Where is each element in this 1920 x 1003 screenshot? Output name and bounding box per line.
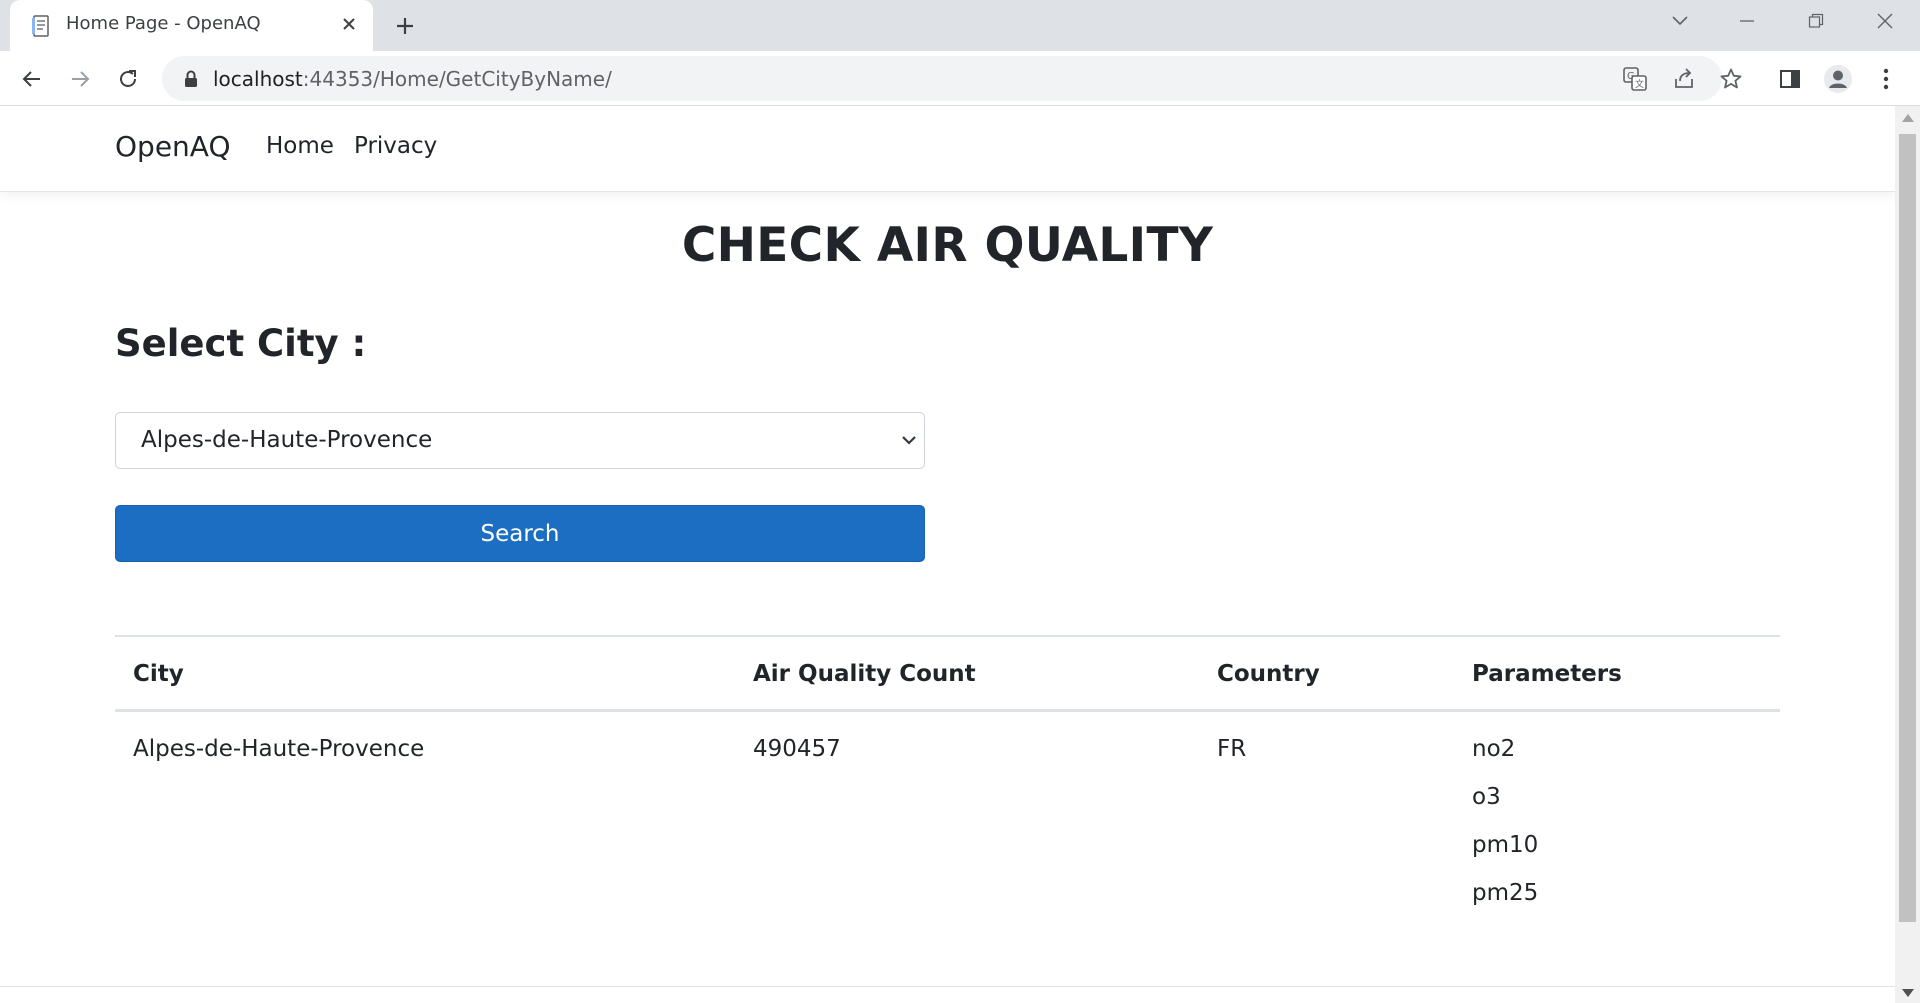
restore-icon[interactable] [1796, 6, 1836, 36]
tab-close-icon[interactable] [336, 11, 362, 37]
tab-search-chevron-icon[interactable] [1660, 6, 1700, 36]
chevron-down-icon [899, 430, 919, 450]
url-text[interactable]: localhost:44353/Home/GetCityByName/ [213, 67, 612, 91]
site-navbar: OpenAQ Home Privacy [0, 106, 1895, 192]
tab-title: Home Page - OpenAQ [66, 13, 261, 34]
column-header-air-quality-count: Air Quality Count [753, 661, 976, 687]
scrollbar-thumb[interactable] [1899, 134, 1916, 922]
cell-parameter: o3 [1472, 784, 1501, 810]
cell-parameter: pm25 [1472, 880, 1539, 906]
translate-icon[interactable]: G文 [1621, 65, 1649, 93]
column-header-city: City [133, 661, 184, 687]
close-window-icon[interactable] [1865, 6, 1905, 36]
back-arrow-icon[interactable] [14, 61, 50, 97]
side-panel-icon[interactable] [1772, 61, 1808, 97]
city-select-value: Alpes-de-Haute-Provence [141, 427, 433, 453]
scroll-up-arrow-icon[interactable] [1902, 114, 1914, 122]
search-button[interactable]: Search [115, 505, 925, 562]
table-header-divider [115, 709, 1780, 712]
cell-city: Alpes-de-Haute-Provence [133, 736, 425, 762]
nav-link-home[interactable]: Home [266, 133, 334, 159]
page-scrollbar[interactable] [1895, 106, 1920, 1003]
cell-parameter: pm10 [1472, 832, 1539, 858]
table-top-border [115, 635, 1780, 637]
menu-kebab-icon[interactable] [1868, 61, 1904, 97]
browser-tab[interactable]: Home Page - OpenAQ [10, 0, 373, 51]
nav-link-privacy[interactable]: Privacy [354, 133, 437, 159]
lock-icon[interactable] [182, 69, 200, 89]
reload-icon[interactable] [110, 61, 146, 97]
cell-parameter: no2 [1472, 736, 1516, 762]
browser-tabstrip: Home Page - OpenAQ [0, 0, 1920, 51]
profile-avatar-icon[interactable] [1820, 61, 1856, 97]
cell-air-quality-count: 490457 [753, 736, 841, 762]
share-icon[interactable] [1670, 65, 1698, 93]
minimize-icon[interactable] [1727, 6, 1767, 36]
page-viewport: OpenAQ Home Privacy CHECK AIR QUALITY Se… [0, 106, 1895, 1003]
page-favicon-icon [31, 15, 53, 37]
footer-divider [0, 986, 1895, 987]
page-title: CHECK AIR QUALITY [681, 218, 1214, 273]
url-path: :44353/Home/GetCityByName/ [302, 67, 612, 91]
browser-toolbar: localhost:44353/Home/GetCityByName/ G文 [0, 51, 1920, 106]
column-header-parameters: Parameters [1472, 661, 1622, 687]
brand-link[interactable]: OpenAQ [115, 130, 231, 163]
bookmark-star-icon[interactable] [1717, 65, 1745, 93]
city-select[interactable]: Alpes-de-Haute-Provence [115, 412, 925, 469]
select-city-label: Select City : [115, 322, 367, 365]
svg-text:文: 文 [1635, 78, 1644, 90]
forward-arrow-icon[interactable] [62, 61, 98, 97]
scroll-down-arrow-icon[interactable] [1902, 989, 1914, 997]
address-bar[interactable]: localhost:44353/Home/GetCityByName/ G文 [162, 56, 1742, 101]
cell-country: FR [1217, 736, 1247, 762]
new-tab-plus-icon[interactable] [390, 11, 420, 41]
column-header-country: Country [1217, 661, 1320, 687]
url-host: localhost [213, 67, 303, 91]
